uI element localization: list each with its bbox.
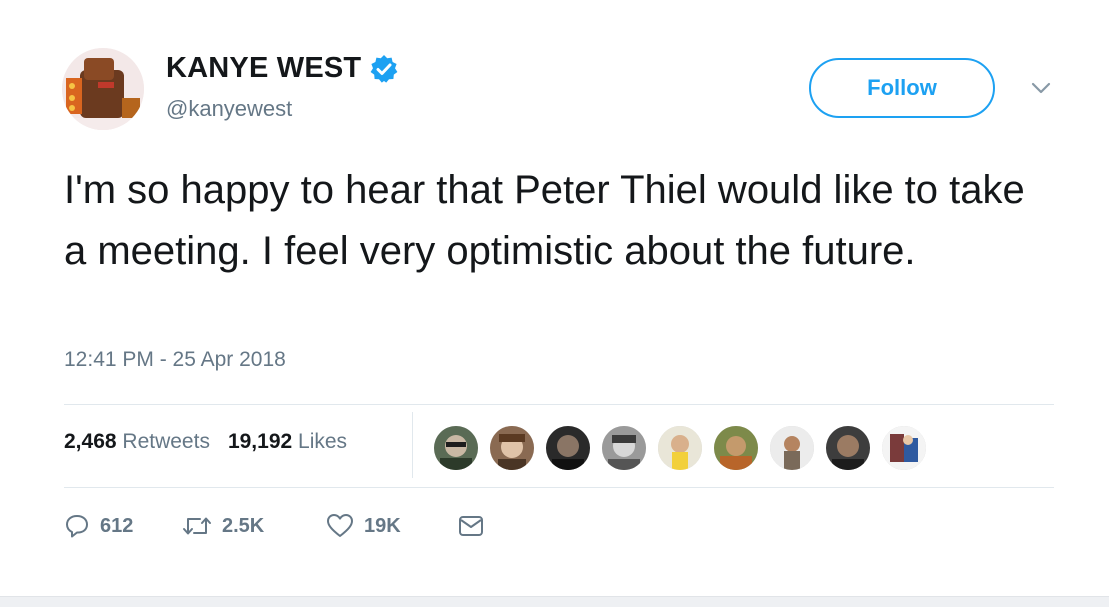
liker-avatar[interactable] bbox=[880, 424, 928, 472]
retweet-button[interactable]: 2.5K bbox=[182, 513, 294, 539]
user-handle[interactable]: @kanyewest bbox=[166, 96, 292, 122]
liker-avatar[interactable] bbox=[768, 424, 816, 472]
profile-avatar[interactable] bbox=[62, 48, 144, 130]
reply-icon bbox=[66, 515, 88, 538]
liker-avatar[interactable] bbox=[600, 424, 648, 472]
likes-stat[interactable]: 19,192 Likes bbox=[228, 430, 347, 454]
name-row: KANYE WEST bbox=[166, 52, 399, 85]
tweet-timestamp[interactable]: 12:41 PM - 25 Apr 2018 bbox=[64, 348, 286, 372]
likes-count: 19,192 bbox=[227, 430, 293, 453]
retweets-label: Retweets bbox=[122, 430, 210, 453]
like-button[interactable]: 19K bbox=[326, 513, 424, 539]
divider bbox=[64, 487, 1054, 488]
liker-avatar[interactable] bbox=[824, 424, 872, 472]
retweets-count: 2,468 bbox=[64, 430, 117, 453]
likes-label: Likes bbox=[298, 430, 348, 453]
liker-avatars bbox=[432, 424, 936, 472]
stats-separator bbox=[412, 412, 413, 478]
verified-badge-icon bbox=[369, 54, 399, 84]
display-name[interactable]: KANYE WEST bbox=[166, 52, 361, 85]
page-bottom-strip bbox=[0, 596, 1109, 607]
heart-icon bbox=[327, 514, 353, 537]
liker-avatar[interactable] bbox=[488, 424, 536, 472]
engagement-stats: 2,468 Retweets 19,192 Likes bbox=[64, 430, 347, 454]
chevron-down-icon[interactable] bbox=[1030, 80, 1052, 96]
liker-avatar[interactable] bbox=[432, 424, 480, 472]
retweet-icon bbox=[183, 517, 211, 535]
liker-avatar[interactable] bbox=[544, 424, 592, 472]
reply-button[interactable]: 612 bbox=[64, 513, 150, 539]
liker-avatar[interactable] bbox=[656, 424, 704, 472]
divider bbox=[64, 404, 1054, 405]
follow-button[interactable]: Follow bbox=[809, 58, 995, 118]
tweet-actions: 612 2.5K 19K bbox=[64, 508, 514, 544]
retweet-count: 2.5K bbox=[222, 514, 265, 537]
retweets-stat[interactable]: 2,468 Retweets bbox=[64, 430, 210, 454]
avatar-image bbox=[62, 48, 144, 130]
liker-avatar[interactable] bbox=[712, 424, 760, 472]
direct-message-button[interactable] bbox=[458, 514, 484, 538]
like-count: 19K bbox=[364, 514, 401, 537]
reply-count: 612 bbox=[100, 514, 134, 537]
envelope-icon bbox=[459, 516, 483, 536]
tweet-text: I'm so happy to hear that Peter Thiel wo… bbox=[64, 168, 1025, 273]
tweet-card: KANYE WEST @kanyewest Follow I'm so happ… bbox=[0, 0, 1109, 596]
